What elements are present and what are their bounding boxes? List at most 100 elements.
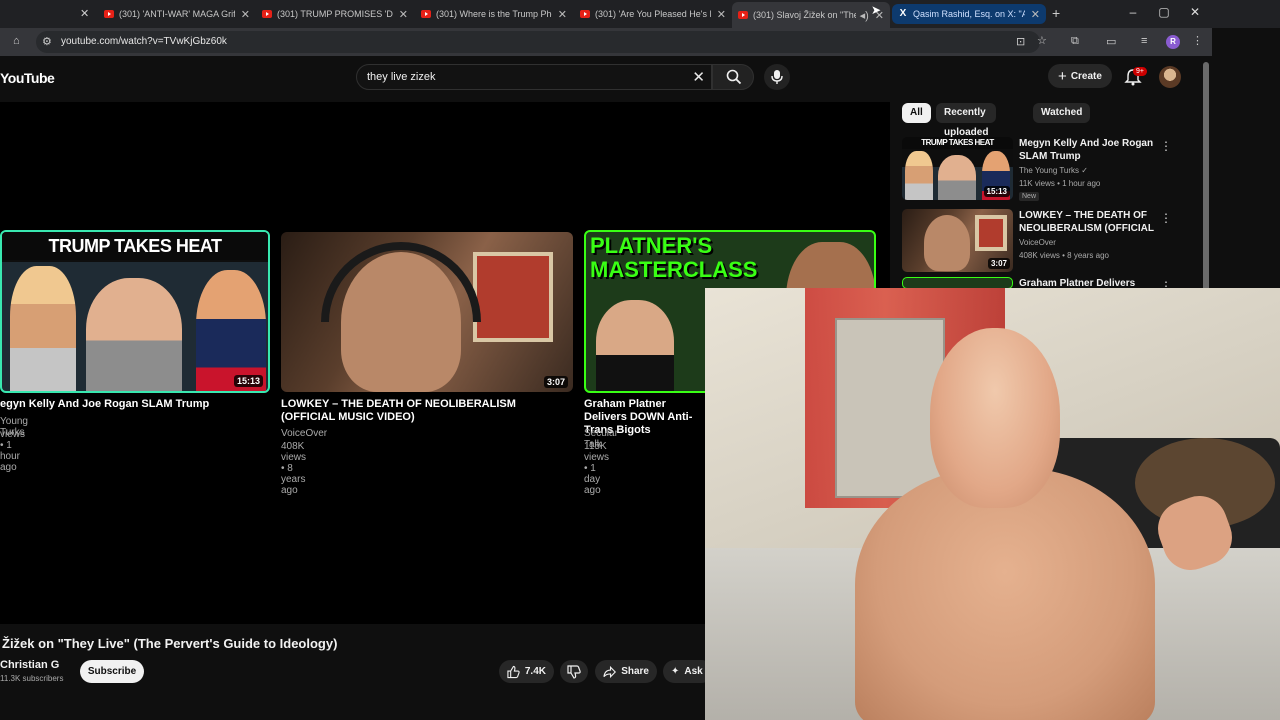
related-channel: The Young Turks ✓: [1019, 166, 1088, 175]
minimize-icon[interactable]: –: [1126, 5, 1140, 19]
youtube-favicon-icon: [738, 11, 748, 19]
related-meta: 11K views • 1 hour ago: [1019, 179, 1101, 188]
more-actions-icon[interactable]: ⋮: [1160, 139, 1172, 153]
thumbnail-person: [938, 155, 976, 200]
end-card-title[interactable]: LOWKEY – THE DEATH OF NEOLIBERALISM (OFF…: [281, 398, 573, 424]
thumbnail-person: [86, 278, 182, 391]
address-bar[interactable]: ⚙ youtube.com/watch?v=TVwKjGbz60k: [36, 31, 1040, 53]
extensions-icon[interactable]: ⧉: [1071, 35, 1079, 48]
related-channel-name: The Young Turks: [1019, 166, 1080, 175]
browser-tab-x[interactable]: X Qasim Rashid, Esq. on X: "An u ✕: [892, 4, 1046, 24]
site-settings-icon[interactable]: ⚙: [42, 35, 52, 48]
chip-all[interactable]: All: [902, 103, 931, 123]
channel-name[interactable]: Christian G: [0, 659, 59, 671]
thumbnail-person: [196, 270, 266, 391]
thumbnail-person: [905, 151, 933, 200]
tab-title: (301) Where is the Trump Phon: [436, 9, 552, 19]
voice-search-button[interactable]: [764, 64, 790, 90]
like-button[interactable]: 7.4K: [499, 660, 554, 683]
new-badge: New: [1019, 192, 1040, 201]
end-card-title[interactable]: egyn Kelly And Joe Rogan SLAM Trump: [0, 398, 270, 411]
webcam-person-head: [930, 328, 1060, 508]
search-input[interactable]: they live zizek ✕: [356, 64, 712, 90]
install-app-icon[interactable]: ⊡: [1016, 35, 1025, 48]
url-text: youtube.com/watch?v=TVwKjGbz60k: [61, 36, 227, 47]
share-icon: [603, 665, 617, 678]
close-tab-icon[interactable]: ✕: [1031, 8, 1040, 21]
related-title[interactable]: Megyn Kelly And Joe Rogan SLAM Trump: [1019, 137, 1154, 163]
mouse-cursor-icon: ➤: [871, 3, 882, 17]
thumbnail-headline: TRUMP TAKES HEAT: [2, 232, 268, 260]
webcam-overlay: [705, 288, 1280, 720]
close-tab-icon[interactable]: ✕: [399, 8, 408, 21]
close-window-icon[interactable]: ✕: [1188, 5, 1202, 19]
youtube-header: YouTube they live zizek ✕ + Create 9+: [0, 56, 1212, 102]
ask-label: Ask: [684, 666, 703, 677]
youtube-favicon-icon: [421, 10, 431, 18]
new-tab-icon[interactable]: +: [1052, 5, 1060, 21]
search-button[interactable]: [712, 64, 754, 90]
thumbnail-person: [10, 266, 76, 391]
browser-menu-icon[interactable]: ⋮: [1192, 34, 1203, 47]
video-duration: 3:07: [543, 376, 568, 388]
browser-toolbar: ⌂ ⚙ youtube.com/watch?v=TVwKjGbz60k ⊡ ☆ …: [0, 28, 1212, 56]
end-card-thumbnail[interactable]: 3:07: [281, 232, 573, 392]
chip-watched[interactable]: Watched: [1033, 103, 1091, 123]
thumbs-up-icon: [507, 665, 520, 678]
browser-tab-3[interactable]: (301) Where is the Trump Phon ✕: [415, 4, 573, 24]
dislike-button[interactable]: [560, 660, 588, 683]
page-scrollbar[interactable]: [1203, 62, 1209, 292]
end-card-meta: 408K views • 8 years ago: [281, 441, 307, 496]
reading-list-icon[interactable]: ≡: [1141, 35, 1147, 47]
tab-title: (301) 'ANTI-WAR' MAGA Grifte: [119, 9, 235, 19]
thumbnail-person: [924, 215, 970, 271]
browser-tab-4[interactable]: (301) 'Are You Pleased He's De ✕: [574, 4, 732, 24]
related-title[interactable]: LOWKEY – THE DEATH OF NEOLIBERALISM (OFF…: [1019, 209, 1154, 235]
youtube-favicon-icon: [104, 10, 114, 18]
bookmark-star-icon[interactable]: ☆: [1037, 34, 1047, 47]
browser-tab-active[interactable]: (301) Slavoj Žižek on "They ◂) ✕: [732, 2, 890, 28]
share-button[interactable]: Share: [595, 660, 657, 683]
speaker-icon[interactable]: ◂): [860, 9, 869, 22]
clear-search-icon[interactable]: ✕: [692, 68, 705, 86]
video-duration: 3:07: [987, 258, 1010, 269]
sparkle-icon: ✦: [671, 666, 680, 677]
verified-badge-icon: ✓: [1081, 166, 1088, 175]
end-card-meta: views • 1 hour ago: [0, 429, 26, 473]
thumbnail-person: [596, 300, 674, 391]
search-icon: [726, 69, 742, 85]
create-label: Create: [1070, 70, 1102, 82]
close-tab-icon[interactable]: ✕: [241, 8, 250, 21]
chip-recently-uploaded[interactable]: Recently uploaded: [936, 103, 997, 138]
browser-tab-strip: ✕ (301) 'ANTI-WAR' MAGA Grifte ✕ (301) T…: [0, 0, 1280, 28]
close-tab-icon[interactable]: ✕: [558, 8, 567, 21]
thumbs-down-icon: [567, 664, 581, 679]
restore-icon[interactable]: ▢: [1157, 5, 1171, 19]
close-tab-icon[interactable]: ✕: [80, 7, 89, 20]
x-logo-icon: X: [899, 8, 907, 19]
end-card-meta: 115K views • 1 day ago: [584, 441, 610, 496]
youtube-logo[interactable]: YouTube: [0, 70, 55, 86]
tab-title: (301) TRUMP PROMISES 'DEAT: [277, 9, 393, 19]
like-count: 7.4K: [524, 666, 546, 677]
related-thumbnail[interactable]: 3:07: [902, 209, 1013, 272]
related-video-item[interactable]: TRUMP TAKES HEAT 15:13 Megyn Kelly And J…: [902, 137, 1202, 201]
browser-profile-avatar[interactable]: R: [1166, 35, 1180, 49]
screen: ✕ (301) 'ANTI-WAR' MAGA Grifte ✕ (301) T…: [0, 0, 1280, 720]
more-actions-icon[interactable]: ⋮: [1160, 211, 1172, 225]
end-card-thumbnail[interactable]: TRUMP TAKES HEAT 15:13: [0, 230, 270, 393]
close-tab-icon[interactable]: ✕: [717, 8, 726, 21]
home-icon[interactable]: ⌂: [13, 35, 20, 47]
thumbnail-headline: PLATNER'S MASTERCLASS: [590, 233, 758, 282]
related-video-item[interactable]: 3:07 LOWKEY – THE DEATH OF NEOLIBERALISM…: [902, 209, 1202, 273]
browser-tab-1[interactable]: (301) 'ANTI-WAR' MAGA Grifte ✕: [98, 4, 256, 24]
share-label: Share: [621, 666, 649, 677]
split-view-icon[interactable]: ▭: [1106, 35, 1116, 48]
related-thumbnail[interactable]: TRUMP TAKES HEAT 15:13: [902, 137, 1013, 200]
create-button[interactable]: + Create: [1048, 64, 1112, 88]
thumbnail-painting: [473, 252, 553, 342]
browser-tab-2[interactable]: (301) TRUMP PROMISES 'DEAT ✕: [256, 4, 414, 24]
subscribe-button[interactable]: Subscribe: [80, 660, 144, 683]
avatar[interactable]: [1159, 66, 1181, 88]
microphone-icon: [771, 70, 783, 84]
